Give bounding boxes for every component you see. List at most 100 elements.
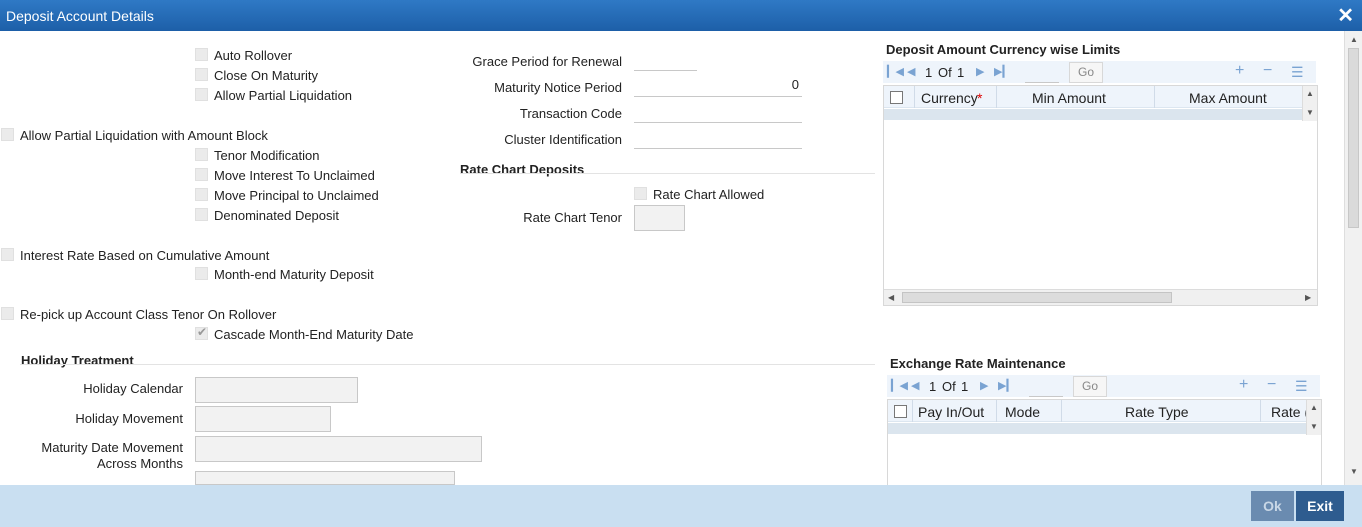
ok-button[interactable]: Ok — [1251, 491, 1294, 521]
page-of: Of — [942, 379, 956, 394]
page-total: 1 — [957, 65, 965, 80]
col-min-amount[interactable]: Min Amount — [1032, 90, 1106, 106]
close-on-maturity-label: Close On Maturity — [214, 68, 319, 83]
scroll-left-icon[interactable]: ◀ — [888, 293, 894, 302]
holiday-divider — [20, 364, 875, 365]
cluster-id-input[interactable] — [634, 129, 802, 149]
maturity-notice-label: Maturity Notice Period — [494, 80, 622, 95]
close-on-maturity-checkbox[interactable] — [195, 68, 208, 81]
col-currency[interactable]: Currency — [921, 90, 978, 106]
scroll-right-icon[interactable]: ▶ — [1305, 293, 1311, 302]
move-principal-unclaimed-label: Move Principal to Unclaimed — [214, 188, 379, 203]
add-row-icon[interactable]: + — [1239, 376, 1248, 394]
checkmark-icon: ✔ — [197, 325, 208, 339]
tenor-modification-checkbox[interactable] — [195, 148, 208, 161]
transaction-code-input[interactable] — [634, 103, 802, 123]
delete-row-icon[interactable]: − — [1263, 62, 1272, 80]
next-page-icon[interactable]: ▶ — [976, 65, 984, 78]
partial-liquidation-block-checkbox[interactable] — [1, 128, 14, 141]
column-separator — [912, 400, 913, 422]
exchange-rate-title: Exchange Rate Maintenance — [890, 356, 1066, 371]
cluster-id-label: Cluster Identification — [504, 132, 622, 147]
go-button[interactable]: Go — [1069, 62, 1103, 83]
rate-chart-tenor-input[interactable] — [634, 205, 685, 231]
partial-liquidation-block-label: Allow Partial Liquidation with Amount Bl… — [20, 128, 268, 143]
allow-partial-liquidation-label: Allow Partial Liquidation — [214, 88, 353, 103]
prev-page-icon[interactable]: ◀ — [911, 379, 919, 392]
go-button[interactable]: Go — [1073, 376, 1107, 397]
rate-chart-section-title: Rate Chart Deposits — [460, 162, 585, 177]
move-principal-unclaimed-checkbox[interactable] — [195, 188, 208, 201]
exit-button[interactable]: Exit — [1296, 491, 1344, 521]
select-all-checkbox[interactable] — [890, 91, 903, 104]
auto-rollover-checkbox[interactable] — [195, 48, 208, 61]
repick-tenor-checkbox[interactable] — [1, 307, 14, 320]
move-interest-unclaimed-checkbox[interactable] — [195, 168, 208, 181]
col-rate[interactable]: Rate ( — [1271, 404, 1306, 420]
required-marker: * — [977, 90, 983, 106]
grid-vertical-scrollbar[interactable]: ▲ ▼ — [1306, 400, 1321, 435]
interest-rate-cumulative-checkbox[interactable] — [1, 248, 14, 261]
page-goto-input[interactable] — [1029, 377, 1063, 397]
horizontal-scroll-thumb[interactable] — [902, 292, 1172, 303]
col-mode[interactable]: Mode — [1005, 404, 1040, 420]
column-separator — [1061, 400, 1062, 422]
currency-limits-title: Deposit Amount Currency wise Limits — [886, 42, 1121, 57]
maturity-notice-input[interactable]: 0 — [634, 77, 802, 97]
denominated-deposit-label: Denominated Deposit — [214, 208, 340, 223]
next-page-icon[interactable]: ▶ — [980, 379, 988, 392]
scroll-down-icon[interactable]: ▼ — [1306, 108, 1314, 117]
holiday-movement-label: Holiday Movement — [75, 411, 183, 426]
col-rate-type[interactable]: Rate Type — [1125, 404, 1189, 420]
holiday-movement-input[interactable] — [195, 406, 331, 432]
grid-empty-row — [888, 423, 1306, 434]
prev-page-icon[interactable]: ◀ — [907, 65, 915, 78]
column-separator — [1154, 86, 1155, 108]
first-page-icon[interactable]: ▎◀ — [891, 379, 908, 392]
next-field-input[interactable] — [195, 471, 455, 485]
rate-chart-allowed-label: Rate Chart Allowed — [653, 187, 765, 202]
delete-row-icon[interactable]: − — [1267, 376, 1276, 394]
rate-chart-divider — [460, 173, 875, 174]
rate-chart-allowed-checkbox[interactable] — [634, 187, 647, 200]
add-row-icon[interactable]: + — [1235, 62, 1244, 80]
allow-partial-liquidation-checkbox[interactable] — [195, 88, 208, 101]
col-pay-in-out[interactable]: Pay In/Out — [918, 404, 984, 420]
page-of: Of — [938, 65, 952, 80]
exchange-rate-navbar: ▎◀ ◀ 1 Of 1 ▶ ▶▎ Go + − ☰ — [887, 375, 1320, 397]
scroll-down-icon[interactable]: ▼ — [1350, 467, 1358, 476]
maturity-date-movement-input[interactable] — [195, 436, 482, 462]
scroll-up-icon[interactable]: ▲ — [1306, 89, 1314, 98]
grace-period-input[interactable] — [634, 51, 697, 71]
select-all-checkbox[interactable] — [894, 405, 907, 418]
maturity-move-label-2: Across Months — [97, 456, 183, 471]
transaction-code-label: Transaction Code — [519, 106, 622, 121]
last-page-icon[interactable]: ▶▎ — [998, 379, 1015, 392]
main-scroll-thumb[interactable] — [1348, 48, 1359, 228]
move-interest-unclaimed-label: Move Interest To Unclaimed — [214, 168, 375, 183]
denominated-deposit-checkbox[interactable] — [195, 208, 208, 221]
holiday-calendar-input[interactable] — [195, 377, 358, 403]
cascade-month-end-checkbox[interactable]: ✔ — [195, 325, 208, 340]
scroll-up-icon[interactable]: ▲ — [1350, 35, 1358, 44]
page-goto-input[interactable] — [1025, 63, 1059, 83]
tenor-modification-label: Tenor Modification — [214, 148, 320, 163]
grace-period-label: Grace Period for Renewal — [472, 54, 622, 69]
last-page-icon[interactable]: ▶▎ — [994, 65, 1011, 78]
scroll-down-icon[interactable]: ▼ — [1310, 422, 1318, 431]
scroll-up-icon[interactable]: ▲ — [1310, 403, 1318, 412]
grid-horizontal-scrollbar[interactable]: ◀ ▶ — [884, 289, 1317, 305]
maturity-move-label-1: Maturity Date Movement — [41, 440, 183, 455]
close-icon[interactable]: ✕ — [1337, 3, 1354, 28]
auto-rollover-label: Auto Rollover — [214, 48, 293, 63]
grid-vertical-scrollbar[interactable]: ▲ ▼ — [1302, 86, 1317, 121]
single-view-icon[interactable]: ☰ — [1291, 64, 1304, 81]
repick-tenor-label: Re-pick up Account Class Tenor On Rollov… — [20, 307, 277, 322]
month-end-maturity-checkbox[interactable] — [195, 267, 208, 280]
col-max-amount[interactable]: Max Amount — [1189, 90, 1267, 106]
exchange-rate-header: Pay In/Out Mode Rate Type Rate ( — [888, 400, 1306, 422]
single-view-icon[interactable]: ☰ — [1295, 378, 1308, 395]
main-vertical-scrollbar[interactable]: ▲ ▼ — [1344, 31, 1362, 485]
interest-rate-cumulative-label: Interest Rate Based on Cumulative Amount — [20, 248, 270, 263]
first-page-icon[interactable]: ▎◀ — [887, 65, 904, 78]
